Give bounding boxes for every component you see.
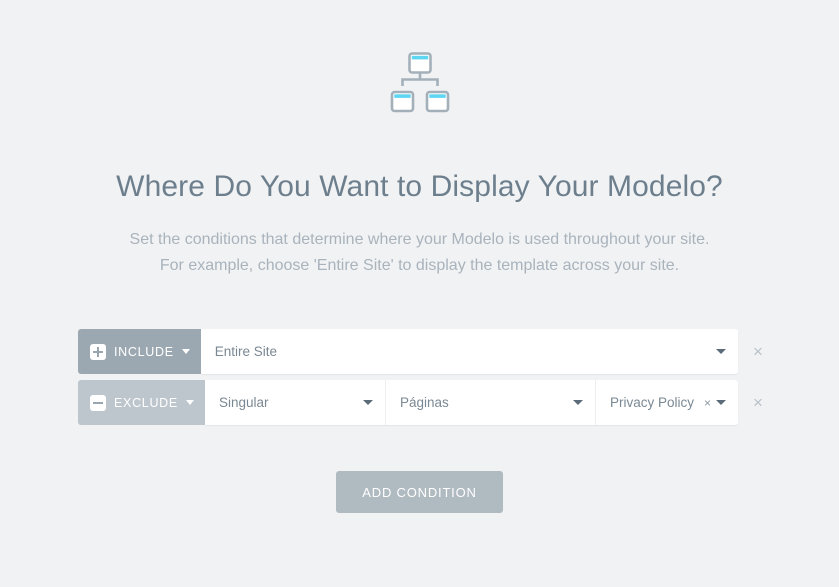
condition-fields: Entire Site bbox=[200, 329, 738, 374]
chevron-down-icon bbox=[716, 400, 726, 405]
scope-select[interactable]: Singular bbox=[204, 380, 386, 425]
remove-condition-button[interactable]: × bbox=[738, 329, 778, 374]
chevron-down-icon bbox=[185, 400, 194, 405]
condition-type-label: INCLUDE bbox=[114, 344, 174, 359]
target-select-value: Entire Site bbox=[214, 344, 278, 359]
condition-type-include-button[interactable]: INCLUDE bbox=[78, 329, 201, 374]
condition-row: EXCLUDE Singular Páginas Privacy Policy … bbox=[78, 380, 778, 425]
post-type-select[interactable]: Páginas bbox=[385, 380, 596, 425]
page-title: Where Do You Want to Display Your Modelo… bbox=[116, 170, 723, 203]
scope-select-value: Singular bbox=[218, 395, 269, 410]
add-condition-container: ADD CONDITION bbox=[0, 471, 839, 513]
add-condition-button[interactable]: ADD CONDITION bbox=[336, 471, 503, 513]
chevron-down-icon bbox=[716, 349, 726, 354]
condition-row: INCLUDE Entire Site × bbox=[78, 329, 778, 374]
condition-type-exclude-button[interactable]: EXCLUDE bbox=[78, 380, 205, 425]
chevron-down-icon bbox=[362, 400, 373, 405]
clear-selection-icon[interactable]: × bbox=[704, 397, 711, 409]
remove-condition-button[interactable]: × bbox=[738, 380, 778, 425]
specific-page-select-value: Privacy Policy bbox=[609, 395, 694, 410]
page-subtitle: Set the conditions that determine where … bbox=[0, 206, 839, 279]
specific-page-select[interactable]: Privacy Policy × bbox=[595, 380, 738, 425]
condition-fields: Singular Páginas Privacy Policy × bbox=[204, 380, 738, 425]
chevron-down-icon bbox=[572, 400, 583, 405]
heading-block: Where Do You Want to Display Your Modelo… bbox=[0, 168, 839, 279]
chevron-down-icon bbox=[181, 349, 190, 354]
subtitle-line-1: Set the conditions that determine where … bbox=[129, 230, 710, 248]
condition-type-label: EXCLUDE bbox=[114, 395, 178, 410]
minus-icon bbox=[90, 394, 106, 411]
target-select[interactable]: Entire Site bbox=[200, 329, 738, 374]
sitemap-icon-container bbox=[0, 52, 839, 119]
sitemap-icon bbox=[390, 52, 450, 119]
display-conditions-screen: Where Do You Want to Display Your Modelo… bbox=[0, 0, 839, 587]
subtitle-line-2: For example, choose 'Entire Site' to dis… bbox=[159, 256, 680, 274]
post-type-select-value: Páginas bbox=[399, 395, 449, 410]
plus-icon bbox=[90, 343, 106, 360]
conditions-list: INCLUDE Entire Site × EXCLUDE Singular P… bbox=[78, 329, 778, 431]
